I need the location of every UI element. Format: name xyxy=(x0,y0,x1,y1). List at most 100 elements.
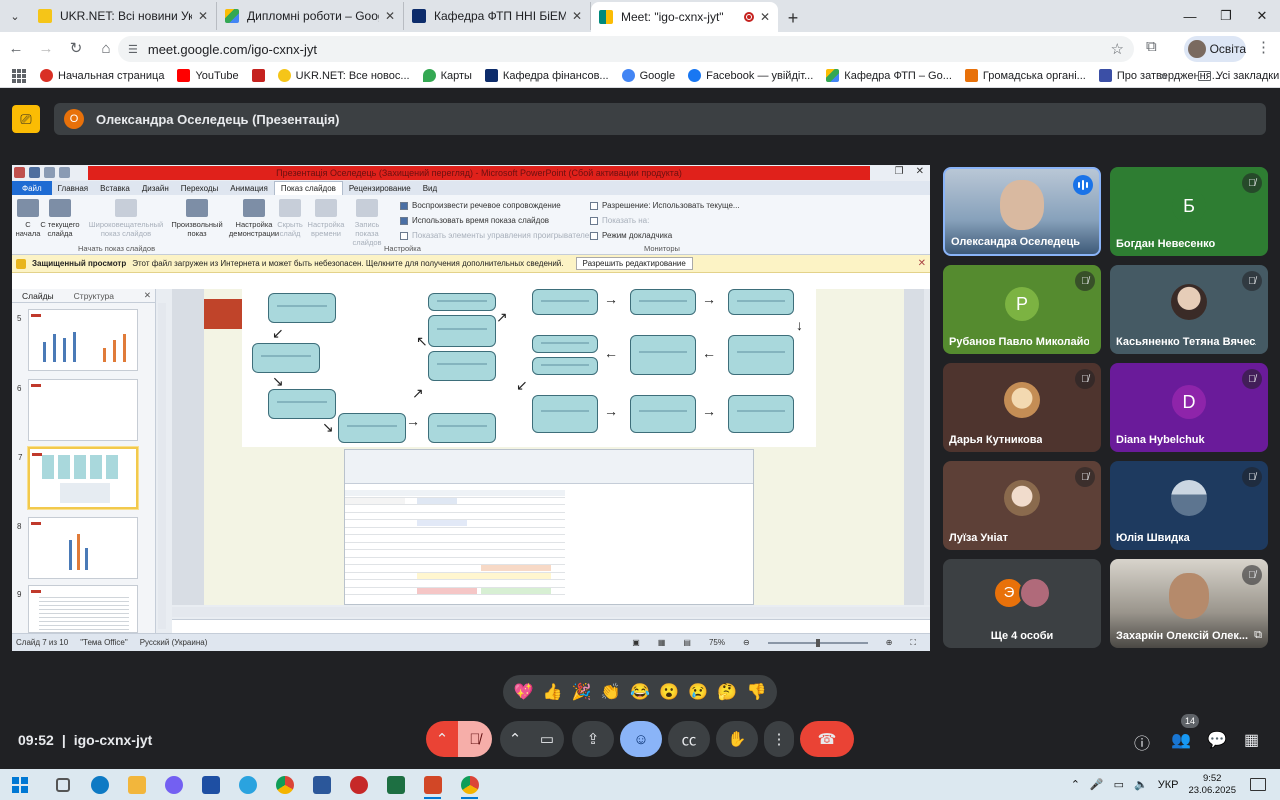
restore-icon[interactable]: ❐ xyxy=(1208,0,1244,32)
url-input[interactable]: ☰ meet.google.com/igo-cxnx-jyt ☆ xyxy=(118,36,1134,62)
tab-kafedra[interactable]: Кафедра ФТП ННІ БіЕМ СумДУ ✕ xyxy=(404,2,591,30)
close-tab-icon[interactable]: ✕ xyxy=(385,9,395,23)
activities-icon[interactable]: ▦ xyxy=(1244,730,1259,750)
tab-google-drive[interactable]: Дипломні роботи – Google Ди ✕ xyxy=(217,2,404,30)
site-info-icon[interactable]: ☰ xyxy=(128,43,138,56)
language-indicator[interactable]: УКР xyxy=(1158,779,1179,791)
tab-search-icon[interactable]: ⌄ xyxy=(0,0,30,32)
flow-box xyxy=(532,395,598,433)
bookmark-ukrnet[interactable]: UKR.NET: Все новос... xyxy=(277,69,410,82)
participant-tile[interactable]: 🎙̸ Касьяненко Тетяна Вячеслав... xyxy=(1110,265,1268,354)
participant-tile[interactable]: Б 🎙̸ Богдан Невесенко xyxy=(1110,167,1268,256)
file-explorer-icon[interactable] xyxy=(118,769,155,800)
tab-meet[interactable]: Meet: "igo-cxnx-jyt" ✕ xyxy=(591,2,778,32)
close-tab-icon[interactable]: ✕ xyxy=(572,9,582,23)
powerpoint-icon[interactable] xyxy=(414,769,451,800)
participant-tile[interactable]: 🎙̸ Луїза Уніат xyxy=(943,461,1101,550)
bookmark-google[interactable]: Google xyxy=(621,69,675,82)
checkbox-icon xyxy=(400,216,408,225)
bookmark-gmail[interactable] xyxy=(251,69,265,82)
telegram-icon[interactable] xyxy=(229,769,266,800)
reload-icon[interactable]: ↻ xyxy=(62,34,90,62)
ribbon-label: С начала xyxy=(15,220,41,238)
new-tab-icon[interactable]: + xyxy=(778,4,808,32)
participant-tile[interactable]: 🎙̸ Дарья Кутникова xyxy=(943,363,1101,452)
participant-name: Луїза Уніат xyxy=(949,532,1009,544)
clock[interactable]: 9:52 23.06.2025 xyxy=(1188,773,1236,797)
reaction-thinking[interactable]: 🤔 xyxy=(717,682,737,702)
bookmark-start-page[interactable]: Начальная страница xyxy=(40,69,164,82)
apps-icon[interactable] xyxy=(12,68,26,83)
home-icon[interactable]: ⌂ xyxy=(92,34,120,62)
bookmark-maps[interactable]: Карты xyxy=(422,69,472,82)
audio-options-button[interactable]: ⌃ xyxy=(426,721,458,757)
undo-icon xyxy=(44,167,55,178)
reaction-thumbs-up[interactable]: 👍 xyxy=(543,682,563,702)
tab-ukrnet[interactable]: UKR.NET: Всі новини України, ✕ xyxy=(30,2,217,30)
flow-box xyxy=(532,289,598,315)
task-view-icon[interactable] xyxy=(44,769,81,800)
reaction-thumbs-down[interactable]: 👎 xyxy=(746,682,766,702)
reaction-sad[interactable]: 😢 xyxy=(688,682,708,702)
start-icon[interactable] xyxy=(12,776,28,793)
raise-hand-button[interactable]: ✋ xyxy=(716,721,758,757)
edge-icon[interactable] xyxy=(81,769,118,800)
leave-call-button[interactable]: ☎ xyxy=(800,721,854,757)
bookmark-youtube[interactable]: YouTube xyxy=(177,69,239,82)
bookmark-kafedra-finance[interactable]: Кафедра фінансов... xyxy=(484,69,609,82)
notes-pane xyxy=(172,619,930,633)
screen-app-icon[interactable] xyxy=(340,769,377,800)
excel-icon[interactable] xyxy=(377,769,414,800)
profile-button[interactable]: Освіта xyxy=(1184,36,1246,62)
participant-tile[interactable]: D 🎙̸ Diana Hybelchuk xyxy=(1110,363,1268,452)
viber-icon[interactable] xyxy=(155,769,192,800)
participant-tile[interactable]: Р 🎙̸ Рубанов Павло Миколайович xyxy=(943,265,1101,354)
save-app-icon[interactable] xyxy=(192,769,229,800)
captions-button[interactable]: ㏄ xyxy=(668,721,710,757)
reaction-laugh[interactable]: 😂 xyxy=(630,682,650,702)
tray-overflow-icon[interactable]: ⌃ xyxy=(1071,778,1080,791)
chrome-icon[interactable] xyxy=(266,769,303,800)
extensions-icon[interactable]: ⧉ xyxy=(1146,38,1157,55)
volume-icon[interactable]: 🔈 xyxy=(1134,778,1148,791)
camera-toggle-button[interactable]: ▭ xyxy=(530,721,564,757)
people-icon[interactable]: 👥 xyxy=(1171,730,1191,750)
more-participants-tile[interactable]: Э Ще 4 особи xyxy=(943,559,1101,648)
network-icon[interactable]: ▭ xyxy=(1114,778,1124,791)
forward-icon[interactable]: → xyxy=(32,34,60,62)
tab-outline: Структура xyxy=(73,290,114,301)
ribbon-tab: Рецензирование xyxy=(348,183,411,193)
close-tab-icon[interactable]: ✕ xyxy=(198,9,208,23)
microphone-tray-icon[interactable]: 🎤 xyxy=(1090,778,1104,791)
present-screen-icon[interactable]: ⎚ xyxy=(12,105,40,133)
minimize-icon[interactable]: — xyxy=(1172,0,1208,32)
close-window-icon[interactable]: ✕ xyxy=(1244,0,1280,32)
meeting-details-icon[interactable]: ⓘ xyxy=(1134,730,1150,754)
present-screen-button[interactable]: ⇪ xyxy=(572,721,614,757)
bookmark-hromadska[interactable]: Громадська органі... xyxy=(964,69,1086,82)
bookmark-facebook[interactable]: Facebook — увійдіт... xyxy=(688,69,813,82)
word-icon[interactable] xyxy=(303,769,340,800)
mic-toggle-button[interactable]: 🎙̸ xyxy=(458,721,492,757)
chrome-active-icon[interactable] xyxy=(451,769,488,800)
slide-thumbnail-selected: 7 xyxy=(18,447,138,509)
participant-tile-speaking[interactable]: Олександра Оселедець xyxy=(943,167,1101,256)
reaction-heart[interactable]: 💖 xyxy=(514,682,534,702)
close-tab-icon[interactable]: ✕ xyxy=(760,10,770,24)
all-bookmarks-button[interactable]: Усі закладки xyxy=(1198,70,1279,82)
bookmark-kafedra-ftp[interactable]: Кафедра ФТП – Go... xyxy=(826,69,952,82)
notifications-icon[interactable] xyxy=(1250,778,1266,791)
reaction-party[interactable]: 🎉 xyxy=(572,682,592,702)
more-bookmarks-icon[interactable]: » xyxy=(1160,68,1167,83)
participant-tile[interactable]: 🎙̸ Юлія Швидка xyxy=(1110,461,1268,550)
participant-tile[interactable]: 🎙̸ ⧉ Захаркін Олексій Олек... xyxy=(1110,559,1268,648)
video-options-button[interactable]: ⌃ xyxy=(500,721,530,757)
back-icon[interactable]: ← xyxy=(2,34,30,62)
reaction-surprised[interactable]: 😮 xyxy=(659,682,679,702)
more-options-button[interactable]: ⋮ xyxy=(764,721,794,757)
chat-icon[interactable]: 💬 xyxy=(1207,730,1227,750)
reaction-clap[interactable]: 👏 xyxy=(601,682,621,702)
bookmark-star-icon[interactable]: ☆ xyxy=(1111,40,1124,58)
browser-menu-icon[interactable]: ⋮ xyxy=(1256,38,1271,56)
reactions-button[interactable]: ☺ xyxy=(620,721,662,757)
